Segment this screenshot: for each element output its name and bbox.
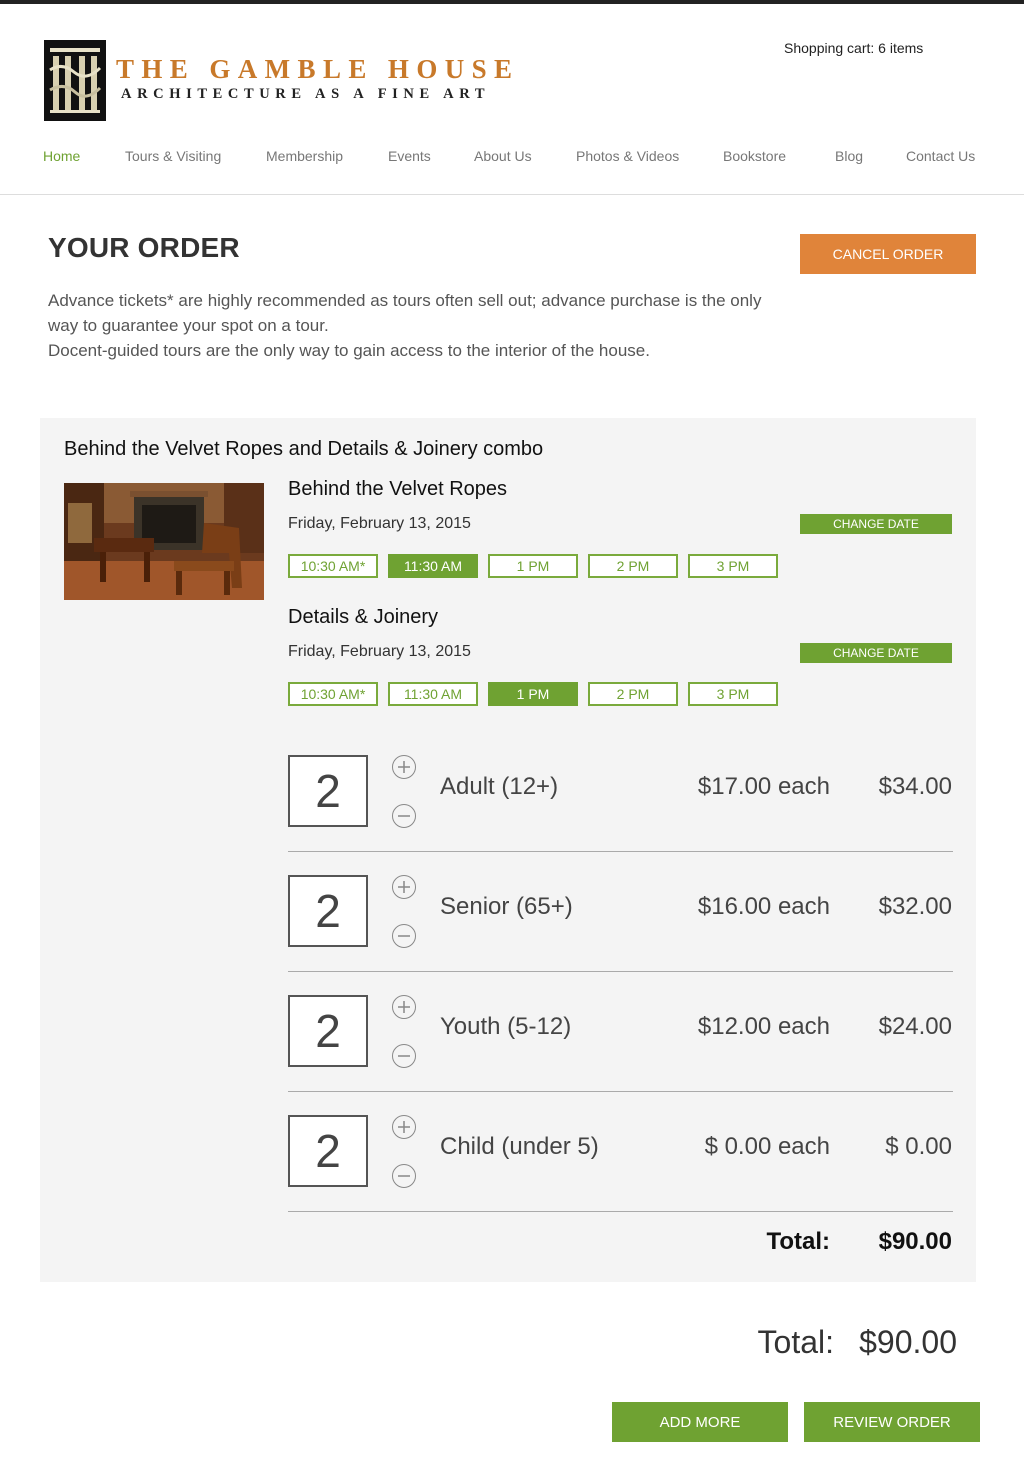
ticket-unit-price: $16.00 each <box>697 893 830 920</box>
shopping-cart-link[interactable]: Shopping cart: 6 items <box>784 40 923 56</box>
tour-date-details-joinery: Friday, February 13, 2015 <box>288 643 471 660</box>
intro-line-2: Docent-guided tours are the only way to … <box>48 341 650 360</box>
nav-divider <box>0 194 1024 195</box>
time-slot-1pm[interactable]: 1 PM <box>488 554 578 578</box>
time-slot-1030[interactable]: 10:30 AM* <box>288 554 378 578</box>
grand-total-label: Total: <box>757 1324 834 1360</box>
tour-thumbnail-image <box>64 483 264 600</box>
nav-tours-visiting[interactable]: Tours & Visiting <box>125 148 221 164</box>
combo-title: Behind the Velvet Ropes and Details & Jo… <box>64 438 544 460</box>
intro-text: Advance tickets* are highly recommended … <box>48 288 788 363</box>
nav-blog[interactable]: Blog <box>835 148 863 164</box>
brand-subtitle: ARCHITECTURE AS A FINE ART <box>121 86 491 102</box>
row-divider <box>288 851 953 852</box>
nav-membership[interactable]: Membership <box>266 148 343 164</box>
combo-total-value: $90.00 <box>878 1228 952 1255</box>
minus-icon[interactable] <box>392 924 416 948</box>
ticket-unit-price: $ 0.00 each <box>704 1133 830 1160</box>
nav-contact-us[interactable]: Contact Us <box>906 148 975 164</box>
minus-icon[interactable] <box>392 804 416 828</box>
minus-icon[interactable] <box>392 1044 416 1068</box>
ticket-subtotal: $34.00 <box>878 773 952 800</box>
ticket-unit-price: $17.00 each <box>697 773 830 800</box>
adult-quantity-input[interactable]: 2 <box>288 755 368 827</box>
nav-about-us[interactable]: About Us <box>474 148 532 164</box>
nav-events[interactable]: Events <box>388 148 431 164</box>
time-slot-1030[interactable]: 10:30 AM* <box>288 682 378 706</box>
review-order-button[interactable]: REVIEW ORDER <box>804 1402 980 1442</box>
time-slot-1pm-selected[interactable]: 1 PM <box>488 682 578 706</box>
change-date-button-details-joinery[interactable]: CHANGE DATE <box>800 643 952 663</box>
ticket-type-label: Youth (5-12) <box>440 1013 572 1040</box>
page-title: YOUR ORDER <box>48 232 240 263</box>
tour-name-details-joinery: Details & Joinery <box>288 606 439 628</box>
time-slot-1130-selected[interactable]: 11:30 AM <box>388 554 478 578</box>
time-slot-3pm[interactable]: 3 PM <box>688 682 778 706</box>
row-divider <box>288 1211 953 1212</box>
nav-bookstore[interactable]: Bookstore <box>723 148 786 164</box>
plus-icon[interactable] <box>392 755 416 779</box>
ticket-type-label: Child (under 5) <box>440 1133 599 1160</box>
nav-photos-videos[interactable]: Photos & Videos <box>576 148 679 164</box>
brand-title: THE GAMBLE HOUSE <box>116 54 520 84</box>
ticket-subtotal: $ 0.00 <box>885 1133 952 1160</box>
time-slot-2pm[interactable]: 2 PM <box>588 554 678 578</box>
grand-total-value: $90.00 <box>859 1324 957 1360</box>
ticket-unit-price: $12.00 each <box>697 1013 830 1040</box>
cancel-order-button[interactable]: CANCEL ORDER <box>800 234 976 274</box>
time-slot-2pm[interactable]: 2 PM <box>588 682 678 706</box>
tour-name-velvet-ropes: Behind the Velvet Ropes <box>288 478 508 500</box>
senior-quantity-input[interactable]: 2 <box>288 875 368 947</box>
ticket-type-label: Adult (12+) <box>440 773 559 800</box>
minus-icon[interactable] <box>392 1164 416 1188</box>
intro-line-1: Advance tickets* are highly recommended … <box>48 291 762 335</box>
gamble-house-logo[interactable] <box>44 40 106 121</box>
youth-quantity-input[interactable]: 2 <box>288 995 368 1067</box>
combo-total-label: Total: <box>766 1228 830 1255</box>
row-divider <box>288 971 953 972</box>
ticket-type-label: Senior (65+) <box>440 893 573 920</box>
time-slot-1130[interactable]: 11:30 AM <box>388 682 478 706</box>
change-date-button-velvet-ropes[interactable]: CHANGE DATE <box>800 514 952 534</box>
plus-icon[interactable] <box>392 995 416 1019</box>
nav-home[interactable]: Home <box>43 148 80 164</box>
main-nav: Home Tours & Visiting Membership Events … <box>0 148 1024 168</box>
plus-icon[interactable] <box>392 1115 416 1139</box>
ticket-subtotal: $24.00 <box>878 1013 952 1040</box>
child-quantity-input[interactable]: 2 <box>288 1115 368 1187</box>
top-border <box>0 0 1024 4</box>
ticket-subtotal: $32.00 <box>878 893 952 920</box>
row-divider <box>288 1091 953 1092</box>
tour-date-velvet-ropes: Friday, February 13, 2015 <box>288 515 471 532</box>
time-slot-3pm[interactable]: 3 PM <box>688 554 778 578</box>
add-more-button[interactable]: ADD MORE <box>612 1402 788 1442</box>
plus-icon[interactable] <box>392 875 416 899</box>
